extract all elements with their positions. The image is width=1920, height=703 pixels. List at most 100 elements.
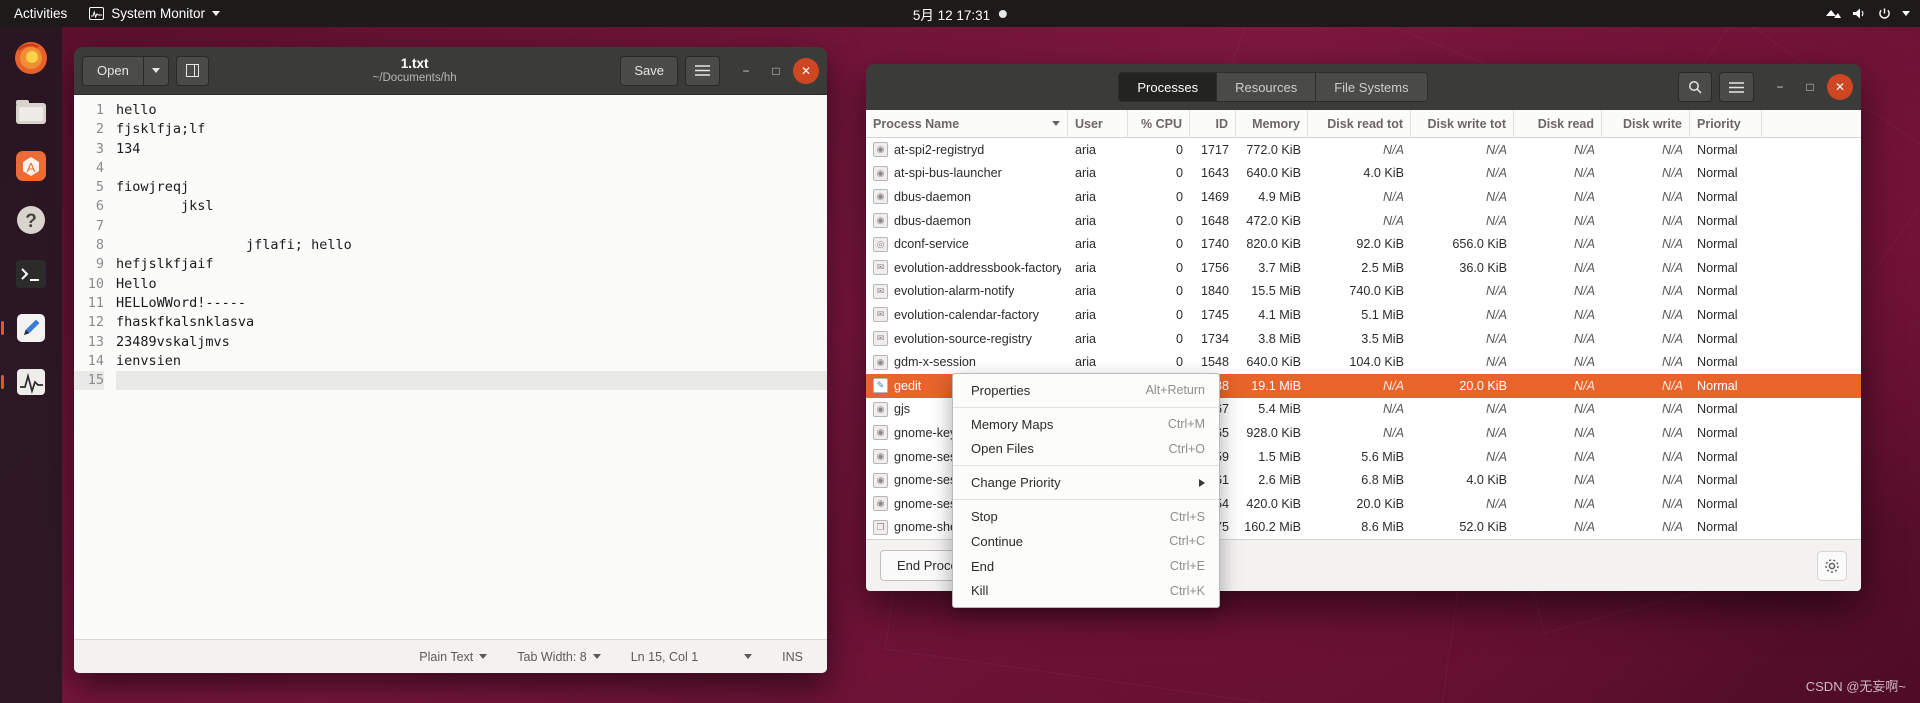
column-header[interactable]: % CPU bbox=[1128, 110, 1190, 138]
column-header[interactable]: Disk write bbox=[1602, 110, 1690, 138]
save-button[interactable]: Save bbox=[620, 55, 678, 86]
gear-process-icon: ◉ bbox=[873, 165, 888, 181]
column-header[interactable]: Memory bbox=[1236, 110, 1308, 138]
table-row[interactable]: ✉ evolution-calendar-factory aria 0 1745 4.1 … bbox=[866, 303, 1861, 327]
open-dropdown-button[interactable] bbox=[142, 55, 169, 86]
open-button[interactable]: Open bbox=[82, 55, 143, 86]
cell-dread-total: 740.0 KiB bbox=[1349, 284, 1404, 299]
menu-item-label: Continue bbox=[971, 533, 1024, 549]
process-context-menu: Properties Alt+Return Memory Maps Ctrl+M Ope… bbox=[952, 373, 1220, 609]
editor-line[interactable]: 23489vskaljmvs bbox=[116, 333, 827, 352]
cell-dwrite: N/A bbox=[1662, 142, 1683, 157]
search-icon[interactable] bbox=[1678, 72, 1712, 102]
table-row[interactable]: ✉ evolution-alarm-notify aria 0 1840 15.5 MiB… bbox=[866, 280, 1861, 304]
gedit-editor[interactable]: 1 2 3 4 5 6 7 8 9 10 11 12 13 14 15 hello fjsklfja;lf 13… bbox=[74, 95, 827, 639]
editor-line[interactable] bbox=[116, 371, 827, 391]
line-number: 4 bbox=[95, 159, 104, 176]
table-row[interactable]: ◉ dbus-daemon aria 0 1648 472.0 KiB N/A N/A N/A N… bbox=[866, 209, 1861, 233]
editor-line[interactable] bbox=[116, 159, 827, 178]
editor-line[interactable]: fjsklfja;lf bbox=[116, 120, 827, 139]
dock-item-help[interactable]: ? bbox=[8, 197, 54, 243]
svg-text:A: A bbox=[27, 160, 36, 175]
menu-item-continue[interactable]: Continue Ctrl+C bbox=[953, 529, 1219, 554]
editor-line[interactable]: hello bbox=[116, 101, 827, 120]
column-header[interactable]: Disk write tot bbox=[1411, 110, 1514, 138]
table-row[interactable]: ◎ dconf-service aria 0 1740 820.0 KiB 92.0 KiB… bbox=[866, 232, 1861, 256]
menu-item-properties[interactable]: Properties Alt+Return bbox=[953, 378, 1219, 403]
column-header[interactable]: Disk read bbox=[1514, 110, 1602, 138]
sysmon-maximize-button[interactable]: □ bbox=[1797, 74, 1823, 100]
dock-item-firefox[interactable] bbox=[8, 35, 54, 81]
dock-item-system-monitor[interactable] bbox=[1, 359, 54, 405]
dock-item-ubuntu-software[interactable]: A bbox=[8, 143, 54, 189]
cell-dwrite-total: N/A bbox=[1486, 402, 1507, 417]
cell-priority: Normal bbox=[1697, 189, 1738, 204]
cell-priority: Normal bbox=[1697, 449, 1738, 464]
menu-item-change-priority[interactable]: Change Priority bbox=[953, 470, 1219, 495]
sysmon-hamburger-icon[interactable] bbox=[1719, 72, 1754, 102]
cursor-position[interactable]: Ln 15, Col 1 bbox=[631, 650, 753, 664]
cell-dwrite: N/A bbox=[1662, 237, 1683, 252]
cell-id: 1756 bbox=[1200, 260, 1229, 275]
gedit-maximize-button[interactable]: □ bbox=[763, 58, 789, 84]
editor-line[interactable]: Hello bbox=[116, 275, 827, 294]
activities-button[interactable]: Activities bbox=[0, 6, 79, 21]
gear-process-icon: ◉ bbox=[873, 142, 888, 158]
chevron-down-icon[interactable] bbox=[1902, 11, 1910, 16]
clock[interactable]: 5月 12 17:31 bbox=[913, 4, 1008, 24]
cell-id: 1717 bbox=[1200, 142, 1229, 157]
cell-dread: N/A bbox=[1574, 449, 1595, 464]
tab-processes[interactable]: Processes bbox=[1118, 72, 1217, 102]
table-row[interactable]: ✉ evolution-source-registry aria 0 1734 3.8 M… bbox=[866, 327, 1861, 351]
app-menu-button[interactable]: System Monitor bbox=[79, 6, 230, 21]
menu-item-open-files[interactable]: Open Files Ctrl+O bbox=[953, 437, 1219, 462]
system-tray[interactable] bbox=[1825, 7, 1910, 20]
table-row[interactable]: ◉ dbus-daemon aria 0 1469 4.9 MiB N/A N/A N/A N/A… bbox=[866, 185, 1861, 209]
column-header[interactable]: Process Name bbox=[866, 110, 1068, 138]
editor-line[interactable]: jksl bbox=[116, 197, 827, 216]
dock-item-terminal[interactable] bbox=[8, 251, 54, 297]
gedit-filepath: ~/Documents/hh bbox=[372, 71, 457, 84]
cell-memory: 928.0 KiB bbox=[1246, 425, 1301, 440]
menu-item-end[interactable]: End Ctrl+E bbox=[953, 554, 1219, 579]
column-header[interactable]: Disk read tot bbox=[1308, 110, 1411, 138]
gear-icon[interactable] bbox=[1817, 550, 1847, 581]
gedit-minimize-button[interactable]: − bbox=[733, 58, 759, 84]
table-row[interactable]: ◉ gdm-x-session aria 0 1548 640.0 KiB 104.0 Ki… bbox=[866, 350, 1861, 374]
editor-line[interactable]: ienvsien bbox=[116, 352, 827, 371]
new-tab-button[interactable] bbox=[175, 55, 209, 86]
dock-item-files[interactable] bbox=[8, 89, 54, 135]
tab-resources[interactable]: Resources bbox=[1216, 72, 1316, 102]
menu-item-accelerator: Alt+Return bbox=[1145, 383, 1205, 398]
editor-line[interactable]: jflafi; hello bbox=[116, 236, 827, 255]
column-header[interactable]: Priority bbox=[1690, 110, 1762, 138]
editor-text[interactable]: hello fjsklfja;lf 134 fiowjreqj jksl jflaf… bbox=[110, 95, 827, 639]
editor-line[interactable] bbox=[116, 217, 827, 236]
table-row[interactable]: ✉ evolution-addressbook-factory aria 0 1756 3… bbox=[866, 256, 1861, 280]
editor-line[interactable]: hefjslkfjaif bbox=[116, 255, 827, 274]
menu-item-kill[interactable]: Kill Ctrl+K bbox=[953, 579, 1219, 604]
sysmon-minimize-button[interactable]: − bbox=[1767, 74, 1793, 100]
editor-line[interactable]: 134 bbox=[116, 140, 827, 159]
editor-line[interactable]: fiowjreqj bbox=[116, 178, 827, 197]
language-selector[interactable]: Plain Text bbox=[419, 650, 488, 664]
cell-name: ◉ dbus-daemon bbox=[866, 185, 1068, 209]
gear-process-icon: ◉ bbox=[873, 496, 888, 512]
cell-id: 1840 bbox=[1200, 284, 1229, 299]
gedit-close-button[interactable]: ✕ bbox=[793, 57, 819, 84]
column-header[interactable]: ID bbox=[1190, 110, 1236, 138]
column-header[interactable]: User bbox=[1068, 110, 1128, 138]
tab-file-systems[interactable]: File Systems bbox=[1315, 72, 1428, 102]
editor-line[interactable]: fhaskfkalsnklasva bbox=[116, 313, 827, 332]
dock-item-gedit[interactable] bbox=[1, 305, 54, 351]
hamburger-icon[interactable] bbox=[685, 55, 720, 86]
table-row[interactable]: ◉ at-spi-bus-launcher aria 0 1643 640.0 KiB 4.… bbox=[866, 162, 1861, 186]
menu-item-memory-maps[interactable]: Memory Maps Ctrl+M bbox=[953, 412, 1219, 437]
menu-item-stop[interactable]: Stop Ctrl+S bbox=[953, 504, 1219, 529]
system-monitor-icon bbox=[89, 7, 105, 20]
editor-line[interactable]: HELLoWWord!----- bbox=[116, 294, 827, 313]
table-row[interactable]: ◉ at-spi2-registryd aria 0 1717 772.0 KiB N/A N… bbox=[866, 138, 1861, 162]
sysmon-close-button[interactable]: ✕ bbox=[1827, 74, 1853, 100]
cell-dread-total: 3.5 MiB bbox=[1361, 331, 1404, 346]
tab-width-selector[interactable]: Tab Width: 8 bbox=[517, 650, 601, 664]
